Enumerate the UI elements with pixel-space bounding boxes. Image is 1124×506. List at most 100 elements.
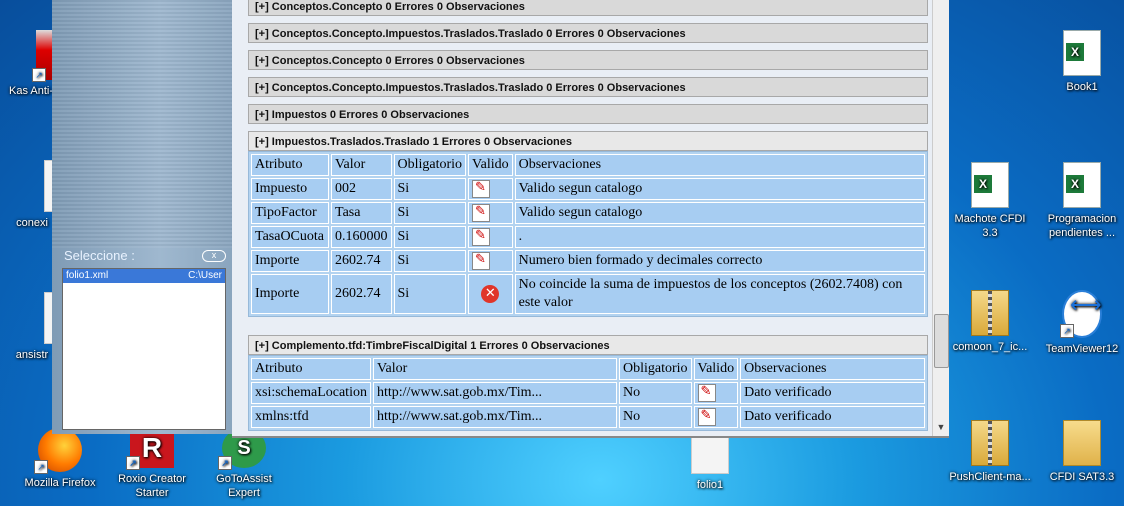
desktop-icon-label: PushClient-ma... [949, 471, 1031, 483]
file-list[interactable]: folio1.xml C:\User [62, 268, 226, 430]
section-header[interactable]: [+] Conceptos.Concepto.Impuestos.Traslad… [248, 23, 928, 43]
observation-cell: Numero bien formado y decimales correcto [514, 250, 925, 272]
column-header: Obligatorio [618, 358, 692, 380]
desktop-icon-book1[interactable]: Book1 [1038, 30, 1124, 94]
desktop-icon-label: TeamViewer12 [1045, 343, 1119, 355]
desktop-icon-programacion[interactable]: Programacion pendientes ... [1038, 162, 1124, 240]
attribute-cell: TipoFactor [251, 202, 329, 224]
excel-icon [1063, 162, 1101, 208]
column-header: Valor [331, 154, 392, 176]
attribute-cell: xsi:schemaLocation [251, 382, 371, 404]
desktop-icon-roxio[interactable]: R ↗ Roxio Creator Starter [108, 428, 196, 500]
desktop-icon-label: comoon_7_ic... [952, 341, 1028, 353]
scroll-down-arrow-icon[interactable]: ▼ [935, 422, 947, 434]
desktop-icon-label: Machote CFDI 3.3 [954, 213, 1026, 239]
desktop-icon-label: Roxio Creator Starter [118, 473, 186, 499]
valid-cell [693, 382, 739, 404]
table-header-row: Atributo Valor Obligatorio Valido Observ… [251, 358, 925, 380]
desktop-icon-label: CFDI SAT3.3 [1049, 471, 1115, 483]
required-cell: Si [393, 274, 467, 314]
valid-check-icon [472, 203, 491, 222]
value-cell: http://www.sat.gob.mx/Tim... [372, 406, 617, 428]
section-header[interactable]: [+] Conceptos.Concepto 0 Errores 0 Obser… [248, 0, 928, 16]
observation-cell: . [514, 226, 925, 248]
validation-window: [+] Conceptos.Concepto 0 Errores 0 Obser… [232, 0, 949, 438]
scrollbar-thumb[interactable] [934, 314, 949, 368]
vertical-scrollbar[interactable]: ▼ [932, 0, 949, 436]
excel-icon [971, 162, 1009, 208]
value-cell: 2602.74 [331, 250, 392, 272]
valid-check-icon [472, 251, 491, 270]
value-cell: 0.160000 [331, 226, 392, 248]
column-header: Observaciones [740, 358, 925, 380]
value-cell: http://www.sat.gob.mx/Tim... [372, 382, 617, 404]
zip-folder-icon [971, 420, 1009, 466]
section-header[interactable]: [+] Complemento.tfd:TimbreFiscalDigital … [248, 335, 928, 355]
observation-cell: Valido segun catalogo [514, 202, 925, 224]
valid-check-icon [697, 383, 716, 402]
desktop-icon-folio1[interactable]: folio1 [666, 436, 754, 492]
table-row: xmlns:tfd http://www.sat.gob.mx/Tim... N… [251, 406, 925, 428]
required-cell: Si [393, 226, 467, 248]
required-cell: Si [393, 178, 467, 200]
panel-background [52, 0, 232, 248]
roxio-icon: R ↗ [126, 428, 174, 470]
valid-cell [468, 202, 513, 224]
value-cell: 2602.74 [331, 274, 392, 314]
section-header[interactable]: [+] Impuestos 0 Errores 0 Observaciones [248, 104, 928, 124]
table-header-row: Atributo Valor Obligatorio Valido Observ… [251, 154, 925, 176]
value-cell: Tasa [331, 202, 392, 224]
table-row: TipoFactor Tasa Si Valido segun catalogo [251, 202, 925, 224]
attribute-cell: Impuesto [251, 178, 329, 200]
desktop-icon-label: folio1 [696, 479, 724, 491]
desktop-icon-label: conexi [16, 217, 48, 229]
column-header: Atributo [251, 358, 371, 380]
valid-check-icon [472, 227, 491, 246]
desktop-icon-label: ansistr [15, 349, 49, 361]
valid-cell [693, 406, 739, 428]
required-cell: Si [393, 202, 467, 224]
attribute-cell: Importe [251, 274, 329, 314]
document-icon [691, 436, 729, 474]
attribute-cell: TasaOCuota [251, 226, 329, 248]
desktop-icon-gotoassist[interactable]: S ↗ GoToAssist Expert [200, 428, 288, 500]
file-name: folio1.xml [66, 270, 109, 281]
section-header[interactable]: [+] Conceptos.Concepto.Impuestos.Traslad… [248, 77, 928, 97]
desktop-icon-machote[interactable]: Machote CFDI 3.3 [946, 162, 1034, 240]
column-header: Obligatorio [393, 154, 467, 176]
traslado-table: Atributo Valor Obligatorio Valido Observ… [248, 151, 928, 317]
desktop-icon-label: Book1 [1066, 81, 1098, 93]
valid-cell [468, 250, 513, 272]
error-x-icon: ✕ [481, 285, 500, 303]
column-header: Valor [372, 358, 617, 380]
value-cell: 002 [331, 178, 392, 200]
observation-cell: Dato verificado [740, 382, 925, 404]
required-cell: No [618, 406, 692, 428]
teamviewer-icon: ↗ [1060, 290, 1102, 338]
desktop-icon-pushclient[interactable]: PushClient-ma... [946, 420, 1034, 484]
zip-folder-icon [971, 290, 1009, 336]
desktop-icon-cfdi-sat33[interactable]: CFDI SAT3.3 [1038, 420, 1124, 484]
desktop-icon-comoon[interactable]: comoon_7_ic... [946, 290, 1034, 354]
required-cell: Si [393, 250, 467, 272]
section-header[interactable]: [+] Conceptos.Concepto 0 Errores 0 Obser… [248, 50, 928, 70]
select-label: Seleccione : [64, 248, 135, 263]
observation-cell: Dato verificado [740, 406, 925, 428]
section-header[interactable]: [+] Impuestos.Traslados.Traslado 1 Error… [248, 131, 928, 151]
file-path: C:\User [188, 270, 222, 281]
observation-cell: Valido segun catalogo [514, 178, 925, 200]
observation-cell: No coincide la suma de impuestos de los … [514, 274, 925, 314]
timbre-table: Atributo Valor Obligatorio Valido Observ… [248, 355, 928, 431]
attribute-cell: Importe [251, 250, 329, 272]
desktop-icon-firefox[interactable]: ↗ Mozilla Firefox [16, 428, 104, 490]
desktop-icon-label: Programacion pendientes ... [1047, 213, 1117, 239]
close-selector-button[interactable]: x [202, 250, 226, 262]
validation-content: [+] Conceptos.Concepto 0 Errores 0 Obser… [246, 0, 934, 436]
column-header: Valido [693, 358, 739, 380]
desktop-icon-teamviewer[interactable]: ↗ TeamViewer12 [1038, 290, 1124, 356]
attribute-cell: xmlns:tfd [251, 406, 371, 428]
folder-icon [1063, 420, 1101, 466]
table-row: xsi:schemaLocation http://www.sat.gob.mx… [251, 382, 925, 404]
file-list-item[interactable]: folio1.xml C:\User [63, 269, 225, 283]
kaspersky-icon: ↗ [32, 30, 52, 82]
